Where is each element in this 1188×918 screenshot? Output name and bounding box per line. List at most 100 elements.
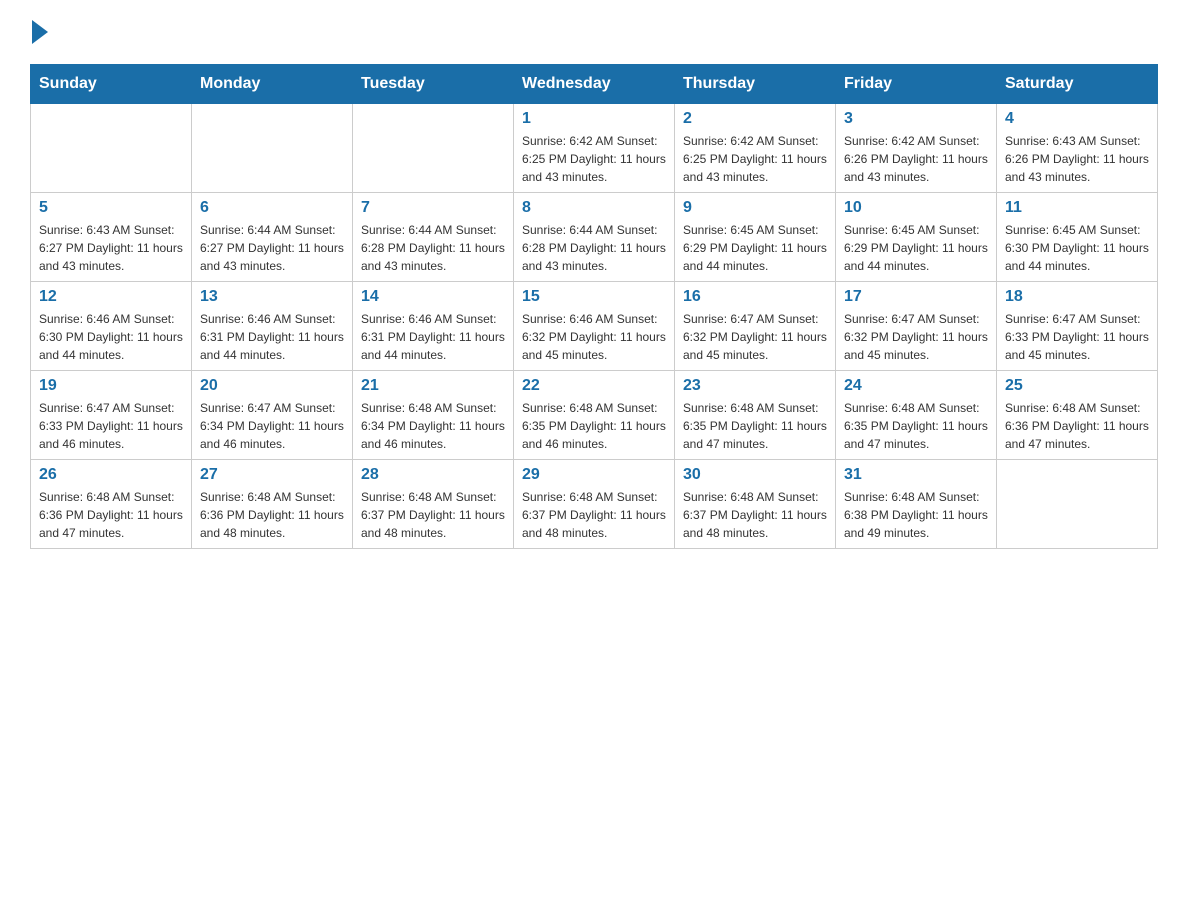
- calendar-cell: 20 Sunrise: 6:47 AM Sunset: 6:34 PM Dayli…: [192, 371, 353, 460]
- calendar-week-row: 12 Sunrise: 6:46 AM Sunset: 6:30 PM Dayli…: [31, 282, 1158, 371]
- day-number: 31: [844, 466, 988, 484]
- calendar-week-row: 1Sunrise: 6:42 AM Sunset: 6:25 PM Daylig…: [31, 104, 1158, 193]
- day-number: 3: [844, 110, 988, 128]
- day-number: 28: [361, 466, 505, 484]
- day-info: Sunrise: 6:47 AM Sunset: 6:33 PM Dayligh…: [1005, 310, 1149, 364]
- day-number: 23: [683, 377, 827, 395]
- calendar-cell: 14 Sunrise: 6:46 AM Sunset: 6:31 PM Dayli…: [353, 282, 514, 371]
- day-number: 30: [683, 466, 827, 484]
- calendar-cell: 25Sunrise: 6:48 AM Sunset: 6:36 PM Dayli…: [997, 371, 1158, 460]
- calendar-week-row: 19 Sunrise: 6:47 AM Sunset: 6:33 PM Dayli…: [31, 371, 1158, 460]
- calendar-cell: 15Sunrise: 6:46 AM Sunset: 6:32 PM Dayli…: [514, 282, 675, 371]
- day-info: Sunrise: 6:42 AM Sunset: 6:25 PM Dayligh…: [683, 132, 827, 186]
- calendar-cell: 27 Sunrise: 6:48 AM Sunset: 6:36 PM Dayli…: [192, 460, 353, 549]
- calendar-cell: [31, 104, 192, 193]
- day-info: Sunrise: 6:42 AM Sunset: 6:26 PM Dayligh…: [844, 132, 988, 186]
- day-number: 26: [39, 466, 183, 484]
- calendar-cell: 2 Sunrise: 6:42 AM Sunset: 6:25 PM Daylig…: [675, 104, 836, 193]
- calendar-cell: 11 Sunrise: 6:45 AM Sunset: 6:30 PM Dayli…: [997, 193, 1158, 282]
- day-header-friday: Friday: [836, 65, 997, 104]
- day-info: Sunrise: 6:44 AM Sunset: 6:28 PM Dayligh…: [522, 221, 666, 275]
- day-info: Sunrise: 6:42 AM Sunset: 6:25 PM Dayligh…: [522, 132, 666, 186]
- day-number: 19: [39, 377, 183, 395]
- day-number: 29: [522, 466, 666, 484]
- day-info: Sunrise: 6:48 AM Sunset: 6:36 PM Dayligh…: [200, 488, 344, 542]
- day-header-sunday: Sunday: [31, 65, 192, 104]
- calendar-cell: 29 Sunrise: 6:48 AM Sunset: 6:37 PM Dayli…: [514, 460, 675, 549]
- calendar-cell: [353, 104, 514, 193]
- day-info: Sunrise: 6:48 AM Sunset: 6:35 PM Dayligh…: [522, 399, 666, 453]
- day-number: 7: [361, 199, 505, 217]
- calendar-cell: 3 Sunrise: 6:42 AM Sunset: 6:26 PM Daylig…: [836, 104, 997, 193]
- day-number: 25: [1005, 377, 1149, 395]
- day-info: Sunrise: 6:46 AM Sunset: 6:30 PM Dayligh…: [39, 310, 183, 364]
- day-info: Sunrise: 6:48 AM Sunset: 6:37 PM Dayligh…: [683, 488, 827, 542]
- calendar-cell: 21 Sunrise: 6:48 AM Sunset: 6:34 PM Dayli…: [353, 371, 514, 460]
- day-info: Sunrise: 6:43 AM Sunset: 6:27 PM Dayligh…: [39, 221, 183, 275]
- day-info: Sunrise: 6:48 AM Sunset: 6:34 PM Dayligh…: [361, 399, 505, 453]
- page-header: Blue: [30, 20, 1158, 44]
- day-number: 24: [844, 377, 988, 395]
- day-info: Sunrise: 6:46 AM Sunset: 6:32 PM Dayligh…: [522, 310, 666, 364]
- day-number: 5: [39, 199, 183, 217]
- calendar-cell: [997, 460, 1158, 549]
- calendar-cell: 5 Sunrise: 6:43 AM Sunset: 6:27 PM Daylig…: [31, 193, 192, 282]
- calendar-cell: 13Sunrise: 6:46 AM Sunset: 6:31 PM Dayli…: [192, 282, 353, 371]
- day-info: Sunrise: 6:44 AM Sunset: 6:27 PM Dayligh…: [200, 221, 344, 275]
- day-info: Sunrise: 6:48 AM Sunset: 6:37 PM Dayligh…: [522, 488, 666, 542]
- day-number: 21: [361, 377, 505, 395]
- day-info: Sunrise: 6:43 AM Sunset: 6:26 PM Dayligh…: [1005, 132, 1149, 186]
- day-info: Sunrise: 6:45 AM Sunset: 6:29 PM Dayligh…: [844, 221, 988, 275]
- calendar-cell: 1Sunrise: 6:42 AM Sunset: 6:25 PM Daylig…: [514, 104, 675, 193]
- day-info: Sunrise: 6:48 AM Sunset: 6:35 PM Dayligh…: [844, 399, 988, 453]
- day-info: Sunrise: 6:45 AM Sunset: 6:30 PM Dayligh…: [1005, 221, 1149, 275]
- day-info: Sunrise: 6:47 AM Sunset: 6:33 PM Dayligh…: [39, 399, 183, 453]
- day-info: Sunrise: 6:46 AM Sunset: 6:31 PM Dayligh…: [361, 310, 505, 364]
- calendar-header-row: SundayMondayTuesdayWednesdayThursdayFrid…: [31, 65, 1158, 104]
- calendar-cell: 9Sunrise: 6:45 AM Sunset: 6:29 PM Daylig…: [675, 193, 836, 282]
- day-number: 20: [200, 377, 344, 395]
- calendar-cell: 17 Sunrise: 6:47 AM Sunset: 6:32 PM Dayli…: [836, 282, 997, 371]
- calendar-cell: 6 Sunrise: 6:44 AM Sunset: 6:27 PM Daylig…: [192, 193, 353, 282]
- calendar-cell: 7Sunrise: 6:44 AM Sunset: 6:28 PM Daylig…: [353, 193, 514, 282]
- day-number: 2: [683, 110, 827, 128]
- day-info: Sunrise: 6:48 AM Sunset: 6:37 PM Dayligh…: [361, 488, 505, 542]
- calendar-cell: 4 Sunrise: 6:43 AM Sunset: 6:26 PM Daylig…: [997, 104, 1158, 193]
- calendar-cell: 26 Sunrise: 6:48 AM Sunset: 6:36 PM Dayli…: [31, 460, 192, 549]
- calendar-cell: 30 Sunrise: 6:48 AM Sunset: 6:37 PM Dayli…: [675, 460, 836, 549]
- calendar-cell: 12 Sunrise: 6:46 AM Sunset: 6:30 PM Dayli…: [31, 282, 192, 371]
- day-number: 12: [39, 288, 183, 306]
- day-info: Sunrise: 6:46 AM Sunset: 6:31 PM Dayligh…: [200, 310, 344, 364]
- calendar-cell: 31 Sunrise: 6:48 AM Sunset: 6:38 PM Dayli…: [836, 460, 997, 549]
- day-number: 6: [200, 199, 344, 217]
- logo: Blue: [30, 20, 52, 44]
- calendar-cell: 19 Sunrise: 6:47 AM Sunset: 6:33 PM Dayli…: [31, 371, 192, 460]
- day-number: 4: [1005, 110, 1149, 128]
- day-header-monday: Monday: [192, 65, 353, 104]
- calendar-cell: [192, 104, 353, 193]
- day-info: Sunrise: 6:45 AM Sunset: 6:29 PM Dayligh…: [683, 221, 827, 275]
- day-info: Sunrise: 6:47 AM Sunset: 6:32 PM Dayligh…: [844, 310, 988, 364]
- day-number: 11: [1005, 199, 1149, 217]
- logo-arrow-icon: [32, 20, 48, 44]
- day-info: Sunrise: 6:47 AM Sunset: 6:34 PM Dayligh…: [200, 399, 344, 453]
- calendar-cell: 10 Sunrise: 6:45 AM Sunset: 6:29 PM Dayli…: [836, 193, 997, 282]
- day-number: 14: [361, 288, 505, 306]
- day-number: 18: [1005, 288, 1149, 306]
- calendar-cell: 24 Sunrise: 6:48 AM Sunset: 6:35 PM Dayli…: [836, 371, 997, 460]
- calendar-week-row: 26 Sunrise: 6:48 AM Sunset: 6:36 PM Dayli…: [31, 460, 1158, 549]
- day-info: Sunrise: 6:47 AM Sunset: 6:32 PM Dayligh…: [683, 310, 827, 364]
- day-number: 22: [522, 377, 666, 395]
- calendar-table: SundayMondayTuesdayWednesdayThursdayFrid…: [30, 64, 1158, 549]
- day-number: 16: [683, 288, 827, 306]
- day-number: 8: [522, 199, 666, 217]
- calendar-cell: 23Sunrise: 6:48 AM Sunset: 6:35 PM Dayli…: [675, 371, 836, 460]
- calendar-week-row: 5 Sunrise: 6:43 AM Sunset: 6:27 PM Daylig…: [31, 193, 1158, 282]
- day-info: Sunrise: 6:48 AM Sunset: 6:38 PM Dayligh…: [844, 488, 988, 542]
- day-number: 27: [200, 466, 344, 484]
- day-header-tuesday: Tuesday: [353, 65, 514, 104]
- day-number: 17: [844, 288, 988, 306]
- day-info: Sunrise: 6:48 AM Sunset: 6:36 PM Dayligh…: [39, 488, 183, 542]
- calendar-cell: 22 Sunrise: 6:48 AM Sunset: 6:35 PM Dayli…: [514, 371, 675, 460]
- day-number: 10: [844, 199, 988, 217]
